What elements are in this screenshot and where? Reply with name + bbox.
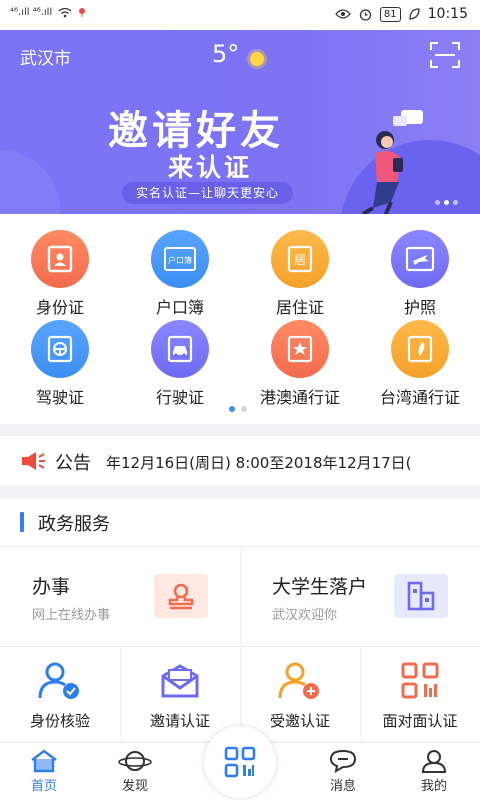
tab-label: 我的 <box>420 779 447 794</box>
city-selector[interactable]: 武汉市 <box>20 44 71 69</box>
service-graduate-settlement[interactable]: 大学生落户 武汉欢迎你 <box>240 548 480 644</box>
section-title: 政务服务 <box>38 514 110 535</box>
service-label: 邀请认证 <box>149 712 210 730</box>
profile-icon <box>421 750 447 773</box>
invite-envelope-icon <box>161 664 199 698</box>
qr-code-icon <box>401 662 439 699</box>
divider <box>0 546 480 547</box>
tab-messages[interactable]: 消息 <box>313 749 373 794</box>
clock: 10:15 <box>427 6 468 22</box>
tab-label: 发现 <box>121 779 148 794</box>
service-handle-affairs[interactable]: 办事 网上在线办事 <box>0 548 240 644</box>
leaf-icon <box>408 8 420 20</box>
weather-temperature: 5° <box>212 40 240 68</box>
building-icon <box>394 574 448 618</box>
card-label: 台湾通行证 <box>379 388 460 407</box>
section-marker <box>20 512 24 532</box>
eye-icon <box>335 9 351 19</box>
grid-pager <box>229 406 247 412</box>
tab-home[interactable]: 首页 <box>14 749 74 794</box>
chat-icon <box>329 749 357 773</box>
sun-icon <box>250 52 264 66</box>
home-icon <box>31 749 57 773</box>
hk-macau-pass-icon <box>271 320 329 378</box>
banner-pager-dot[interactable] <box>453 200 458 205</box>
wifi-icon <box>58 7 72 17</box>
service-invited-verify[interactable]: 受邀认证 <box>240 648 360 740</box>
card-hk-macau-pass[interactable]: 港澳通行证 <box>240 304 360 407</box>
banner-pager <box>435 200 458 205</box>
card-label: 驾驶证 <box>35 388 84 407</box>
service-invite-verify[interactable]: 邀请认证 <box>120 648 240 740</box>
service-face-to-face-verify[interactable]: 面对面认证 <box>360 648 480 740</box>
battery-indicator: 81 <box>379 6 401 22</box>
divider <box>0 646 480 647</box>
announcement-title: 公告 <box>55 453 91 474</box>
qr-scan-icon <box>224 746 256 778</box>
service-label: 身份核验 <box>29 712 90 730</box>
woman-with-phone-illustration <box>361 110 423 214</box>
tab-label: 首页 <box>30 779 57 794</box>
card-vehicle-license[interactable]: 行驶证 <box>120 304 240 407</box>
promo-banner[interactable]: 武汉市 5° 邀请好友 来认证 实名认证—让聊天更安心 <box>0 30 480 214</box>
card-household-register[interactable]: 户口簿 户口簿 <box>120 214 240 317</box>
card-passport[interactable]: 护照 <box>360 214 480 317</box>
stamp-icon <box>154 574 208 618</box>
app-screen: ⁴⁶.ıll ⁴⁶.ıll 81 10:15 武汉市 5° 邀请好友 来认证 实… <box>0 0 480 800</box>
government-services: 政务服务 办事 网上在线办事 大学生落户 武汉欢迎你 身份核验 邀请认证 受邀认… <box>0 498 480 741</box>
scan-icon[interactable] <box>430 42 460 68</box>
alarm-icon <box>359 8 372 21</box>
status-bar: ⁴⁶.ıll ⁴⁶.ıll 81 10:15 <box>0 0 480 30</box>
service-subtitle: 武汉欢迎你 <box>272 608 338 623</box>
grid-pager-dot[interactable] <box>241 406 247 412</box>
service-label: 面对面认证 <box>382 712 458 730</box>
id-card-icon <box>31 230 89 288</box>
megaphone-icon <box>22 452 45 470</box>
scan-qr-button[interactable] <box>204 726 276 798</box>
card-taiwan-pass[interactable]: 台湾通行证 <box>360 304 480 407</box>
card-badge-text: 居 <box>294 253 306 267</box>
card-badge-text: 户口簿 <box>168 255 192 265</box>
tab-label: 消息 <box>329 779 356 794</box>
tab-discover[interactable]: 发现 <box>105 749 165 794</box>
banner-pager-dot[interactable] <box>444 200 449 205</box>
service-subtitle: 网上在线办事 <box>32 608 111 623</box>
household-register-icon: 户口簿 <box>151 230 209 288</box>
taiwan-pass-icon <box>391 320 449 378</box>
banner-tagline: 实名认证—让聊天更安心 <box>122 182 294 204</box>
passport-icon <box>391 230 449 288</box>
signal-icon: ⁴⁶.ıll ⁴⁶.ıll <box>10 7 53 18</box>
service-identity-verify[interactable]: 身份核验 <box>0 648 120 740</box>
service-title: 办事 <box>32 576 71 598</box>
user-check-icon <box>38 662 79 699</box>
card-residence-permit[interactable]: 居 居住证 <box>240 214 360 317</box>
card-label: 行驶证 <box>155 388 204 407</box>
banner-subtitle: 来认证 <box>168 153 253 182</box>
announcement-bar[interactable]: 公告 年12月16日(周日) 8:00至2018年12月17日( <box>0 436 480 486</box>
planet-icon <box>118 751 152 771</box>
residence-permit-icon: 居 <box>271 230 329 288</box>
driver-license-icon <box>31 320 89 378</box>
location-icon <box>79 8 86 17</box>
grid-pager-dot[interactable] <box>229 406 235 412</box>
service-label: 受邀认证 <box>269 712 330 730</box>
banner-decoration <box>0 150 60 214</box>
banner-pager-dot[interactable] <box>435 200 440 205</box>
card-label: 港澳通行证 <box>259 388 340 407</box>
vehicle-license-icon <box>151 320 209 378</box>
tab-profile[interactable]: 我的 <box>404 749 464 794</box>
announcement-text: 年12月16日(周日) 8:00至2018年12月17日( <box>106 454 412 472</box>
card-id-card[interactable]: 身份证 <box>0 214 120 317</box>
card-driver-license[interactable]: 驾驶证 <box>0 304 120 407</box>
user-add-icon <box>278 662 319 699</box>
document-grid: 身份证 户口簿 户口簿 居 居住证 护照 驾驶证 行驶证 港澳通行证 台湾通行证 <box>0 214 480 424</box>
service-title: 大学生落户 <box>272 576 368 598</box>
